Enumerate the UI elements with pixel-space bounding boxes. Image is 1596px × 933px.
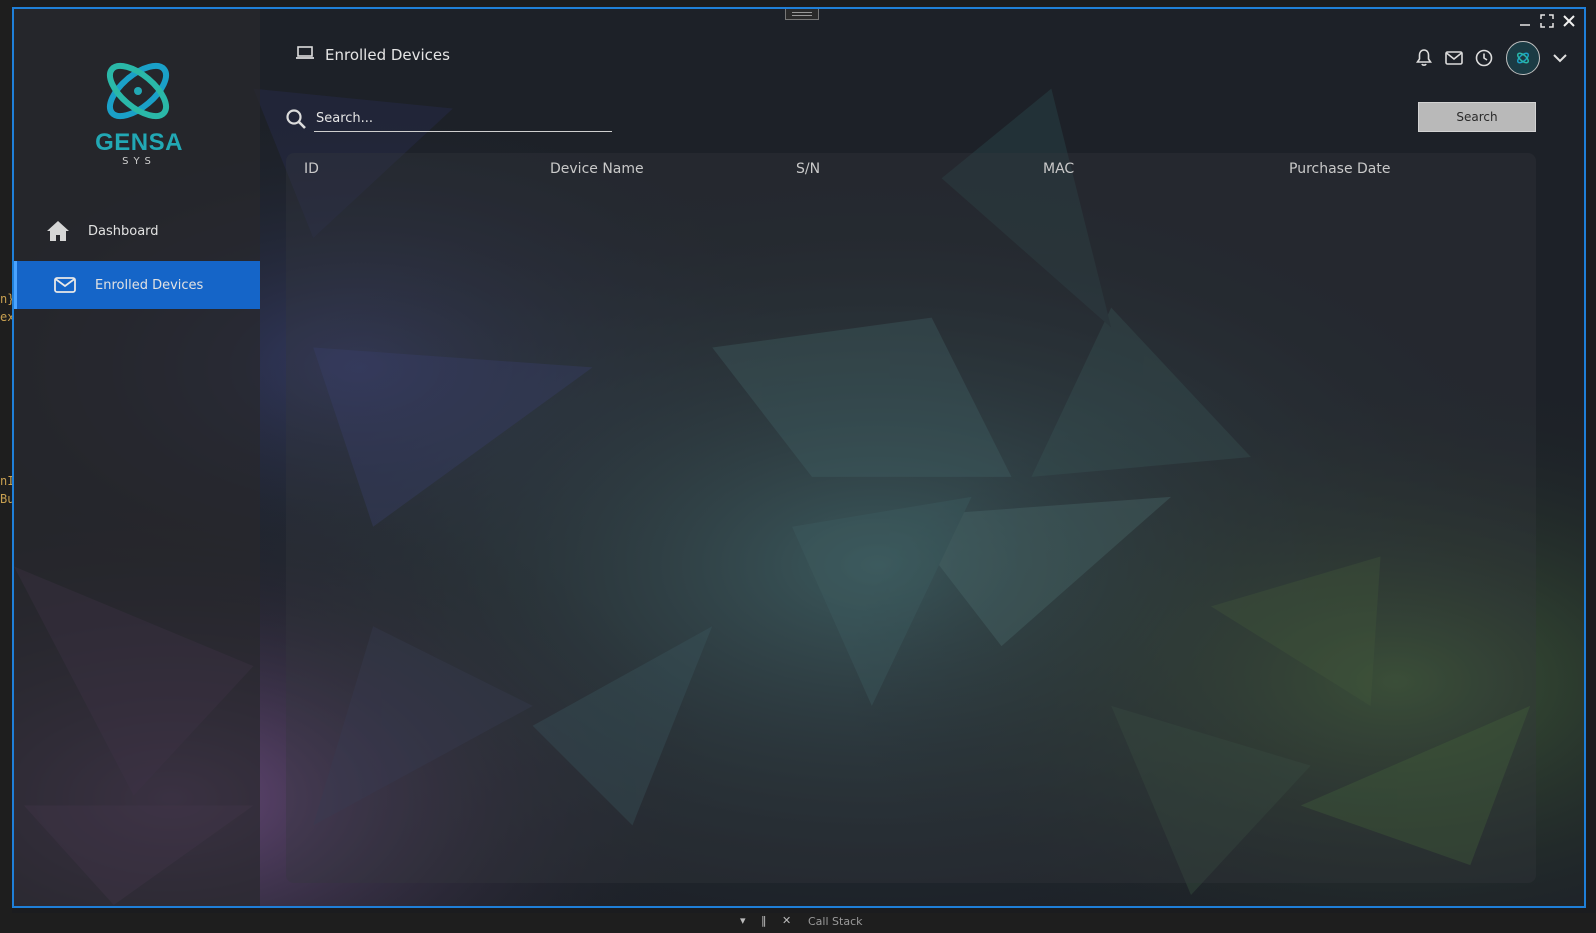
history-button[interactable] xyxy=(1474,48,1494,68)
mail-icon xyxy=(53,273,77,297)
brand-subtitle: SYS xyxy=(122,156,156,167)
sidebar-item-dashboard[interactable]: Dashboard xyxy=(14,207,260,255)
minimize-button[interactable] xyxy=(1518,13,1532,29)
table-header: ID Device Name S/N MAC Purchase Date xyxy=(286,161,1536,183)
window-controls xyxy=(1518,13,1576,29)
column-header-serial-number[interactable]: S/N xyxy=(796,161,820,177)
clock-icon xyxy=(1475,49,1493,67)
host-call-stack-tab[interactable]: Call Stack xyxy=(808,915,862,928)
minimize-icon xyxy=(1520,24,1530,26)
sidebar: GENSA SYS Dashboard Enrolled Devices xyxy=(14,9,260,906)
account-menu-toggle[interactable] xyxy=(1550,48,1570,68)
mail-icon xyxy=(1445,51,1463,65)
sidebar-item-label: Dashboard xyxy=(88,223,159,239)
chevron-down-icon xyxy=(1553,54,1567,63)
brand-name: GENSA xyxy=(95,129,183,156)
window-drag-handle[interactable] xyxy=(785,9,819,20)
search-icon xyxy=(284,107,308,131)
search-button[interactable]: Search xyxy=(1418,102,1536,132)
column-header-device-name[interactable]: Device Name xyxy=(550,161,644,177)
bell-icon xyxy=(1416,49,1432,66)
maximize-button[interactable] xyxy=(1540,13,1554,29)
laptop-icon xyxy=(295,45,315,65)
close-button[interactable] xyxy=(1562,13,1576,29)
host-editor-edge: n} ex nI Bu xyxy=(0,0,14,933)
devices-table: ID Device Name S/N MAC Purchase Date xyxy=(286,153,1536,883)
host-panel-controls[interactable]: ▾ ‖ ✕ xyxy=(740,914,797,927)
home-icon xyxy=(46,219,70,243)
search-bar xyxy=(284,105,612,132)
avatar[interactable] xyxy=(1506,41,1540,75)
close-icon xyxy=(1563,15,1575,27)
search-input[interactable] xyxy=(314,105,612,132)
header-toolbar xyxy=(1414,41,1570,75)
expand-icon xyxy=(1540,14,1554,28)
messages-button[interactable] xyxy=(1444,48,1464,68)
page-title: Enrolled Devices xyxy=(295,45,450,65)
notifications-button[interactable] xyxy=(1414,48,1434,68)
avatar-logo-icon xyxy=(1516,52,1530,64)
sidebar-item-label: Enrolled Devices xyxy=(95,277,204,293)
sidebar-item-enrolled-devices[interactable]: Enrolled Devices xyxy=(14,261,260,309)
gensa-logo-icon xyxy=(106,62,170,120)
page-title-text: Enrolled Devices xyxy=(325,46,450,64)
column-header-id[interactable]: ID xyxy=(304,161,319,177)
column-header-mac[interactable]: MAC xyxy=(1043,161,1074,177)
app-window: GENSA SYS Dashboard Enrolled Devices Enr… xyxy=(12,7,1586,908)
host-status-strip: ▾ ‖ ✕ Call Stack xyxy=(0,913,1596,933)
column-header-purchase-date[interactable]: Purchase Date xyxy=(1289,161,1391,177)
